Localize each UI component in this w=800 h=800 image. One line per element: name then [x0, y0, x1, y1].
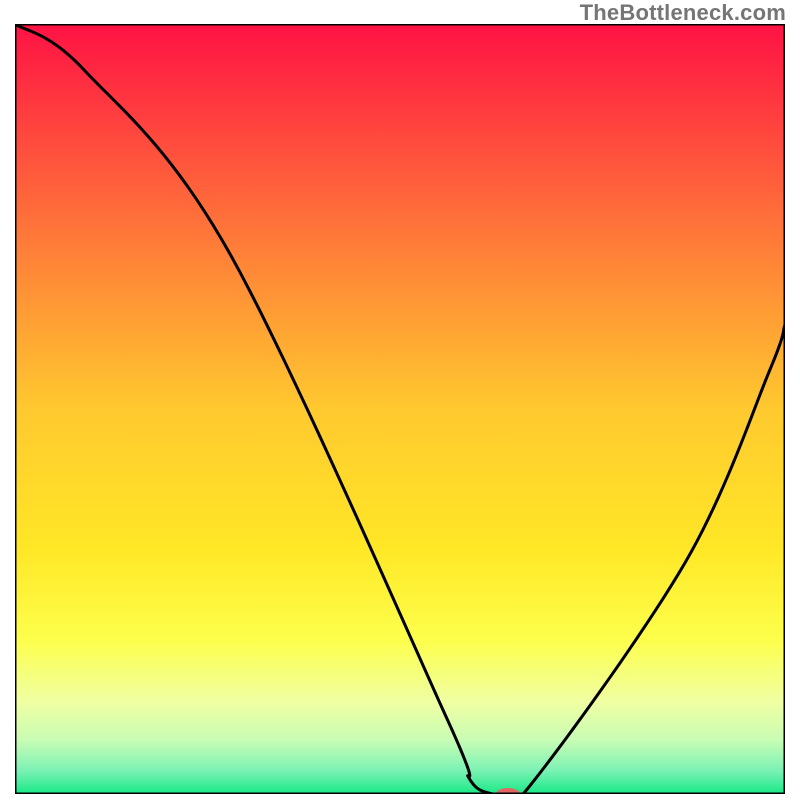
bottleneck-chart [15, 24, 785, 794]
plot-background [15, 24, 785, 794]
watermark-text: TheBottleneck.com [580, 0, 786, 26]
chart-container: TheBottleneck.com [0, 0, 800, 800]
